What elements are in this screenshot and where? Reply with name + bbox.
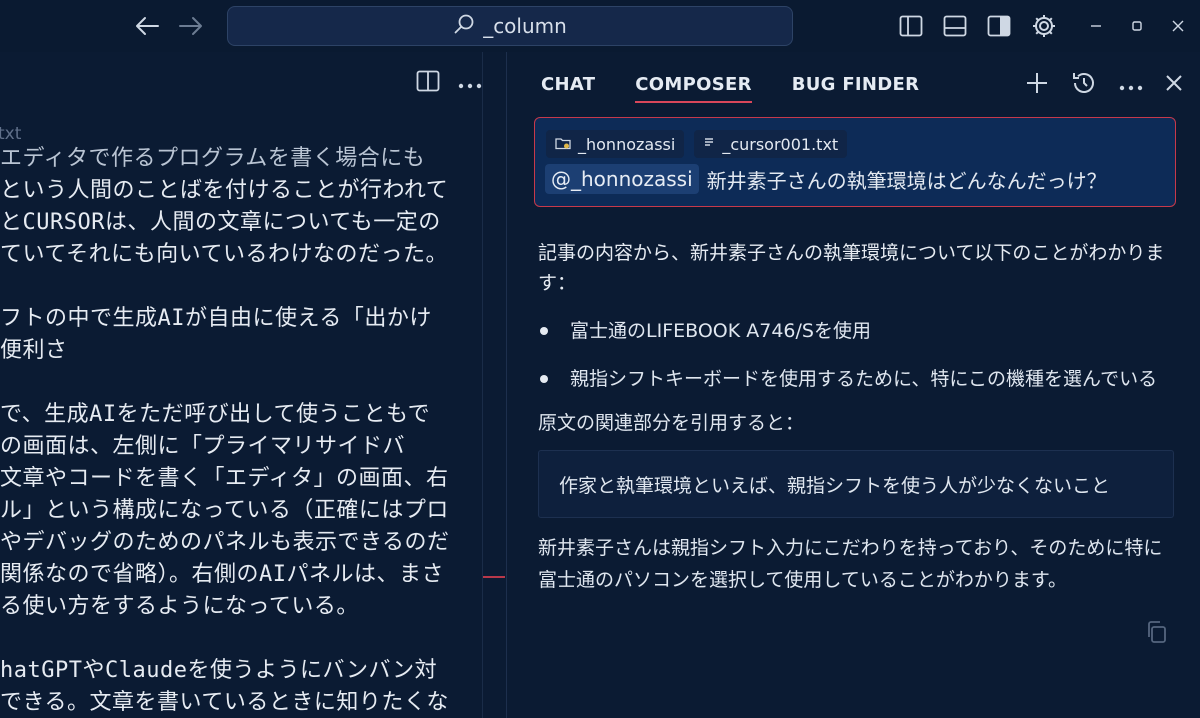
- forward-arrow-icon[interactable]: [175, 10, 207, 42]
- toggle-panel-icon[interactable]: [939, 10, 971, 42]
- toggle-primary-sidebar-icon[interactable]: [895, 10, 927, 42]
- tab-bug-finder[interactable]: BUG FINDER: [792, 74, 920, 103]
- context-chips: _honnozassi _cursor001.txt: [546, 130, 848, 158]
- history-icon[interactable]: [1071, 70, 1097, 100]
- editor-line: できる。文章を書いているときに知りたくな: [0, 690, 449, 715]
- editor-line: ていてそれにも向いているわけなのだった。: [0, 242, 449, 267]
- ai-panel: CHAT COMPOSER BUG FINDER _honnozassi _cu…: [506, 52, 1200, 718]
- list-item: 親指シフトキーボードを使用するために、特にこの機種を選んでいる: [538, 364, 1157, 412]
- quote-block: 作家と執筆環境といえば、親指シフトを使う人が少なくないこと: [538, 450, 1174, 518]
- split-editor-icon[interactable]: [416, 70, 440, 96]
- search-icon: [453, 13, 475, 40]
- context-chip-file[interactable]: _cursor001.txt: [694, 130, 848, 158]
- editor-actions: [416, 70, 482, 96]
- composer-query[interactable]: @_honnozassi 新井素子さんの執筆環境はどんなんだっけ？: [545, 164, 1107, 194]
- editor-line: やデバッグのためのパネルも表示できるのだ: [0, 530, 450, 555]
- context-chip-folder[interactable]: _honnozassi: [546, 130, 685, 158]
- tab-chat[interactable]: CHAT: [541, 74, 595, 103]
- editor-line: 関係なので省略）。右側のAIパネルは、まさ: [0, 562, 444, 587]
- quote-intro: 原文の関連部分を引用すると：: [538, 412, 805, 434]
- editor-line: 便利さ: [0, 338, 68, 363]
- editor-line: の画面は、左側に「プライマリサイドバ: [0, 434, 406, 459]
- answer-bullets: 富士通のLIFEBOOK A746/Sを使用 親指シフトキーボードを使用するため…: [538, 316, 1157, 412]
- search-text: _column: [483, 14, 567, 38]
- composer-input[interactable]: _honnozassi _cursor001.txt @_honnozassi …: [534, 117, 1176, 207]
- query-text: 新井素子さんの執筆環境はどんなんだっけ？: [706, 168, 1107, 193]
- editor-line: ル」という構成になっている（正確にはプロ: [0, 498, 449, 523]
- plus-icon[interactable]: [1025, 71, 1049, 99]
- panel-actions: [1025, 70, 1183, 100]
- editor-line: フトの中で生成AIが自由に使える「出かけ: [0, 306, 432, 331]
- close-icon[interactable]: [1162, 10, 1194, 42]
- editor-line: という人間のことばを付けることが行われて: [0, 178, 449, 203]
- answer-intro-text: 記事の内容から、新井素子さんの執筆環境について以下のことがわかります：: [538, 242, 1165, 294]
- sash-indicator[interactable]: [483, 576, 505, 578]
- editor-line: hatGPTやClaudeを使うようにバンバン対: [0, 658, 438, 683]
- more-actions-icon[interactable]: [458, 74, 482, 93]
- maximize-icon[interactable]: [1121, 10, 1153, 42]
- editor-line: エディタで作るプログラムを書く場合にも: [0, 146, 426, 171]
- text-file-icon: [703, 135, 715, 154]
- context-chip-label: _cursor001.txt: [722, 134, 839, 154]
- list-item: 富士通のLIFEBOOK A746/Sを使用: [538, 316, 1157, 364]
- quote-text: 作家と執筆環境といえば、親指シフトを使う人が少なくないこと: [559, 474, 1111, 497]
- answer-intro: 記事の内容から、新井素子さんの執筆環境について以下のことがわかります：: [538, 238, 1178, 298]
- context-chip-label: _honnozassi: [578, 134, 676, 154]
- editor-pane[interactable]: txt エディタで作るプログラムを書く場合にも という人間のことばを付けることが行…: [0, 52, 506, 718]
- editor-line: とCURSORは、人間の文章についても一定の: [0, 210, 441, 235]
- editor-line: る使い方をするようになっている。: [0, 594, 359, 619]
- mention-tag[interactable]: @_honnozassi: [545, 164, 699, 194]
- copy-icon[interactable]: [1145, 620, 1169, 644]
- editor-divider: [482, 52, 483, 718]
- back-arrow-icon[interactable]: [131, 10, 163, 42]
- gear-icon[interactable]: [1028, 10, 1060, 42]
- editor-line: で、生成AIをただ呼び出して使うこともで: [0, 402, 431, 427]
- toggle-secondary-sidebar-icon[interactable]: [983, 10, 1015, 42]
- folder-icon: [555, 135, 571, 154]
- answer-conclusion: 新井素子さんは親指シフト入力にこだわりを持っており、そのために特に富士通のパソコ…: [538, 537, 1163, 591]
- command-center-search[interactable]: _column: [227, 6, 793, 46]
- panel-tabs: CHAT COMPOSER BUG FINDER: [541, 74, 919, 103]
- more-actions-icon[interactable]: [1119, 76, 1143, 95]
- close-panel-icon[interactable]: [1165, 74, 1183, 96]
- minimize-icon[interactable]: [1080, 10, 1112, 42]
- tab-composer[interactable]: COMPOSER: [635, 74, 752, 103]
- title-bar: _column: [0, 0, 1200, 52]
- editor-line: 文章やコードを書く「エディタ」の画面、右: [0, 466, 449, 491]
